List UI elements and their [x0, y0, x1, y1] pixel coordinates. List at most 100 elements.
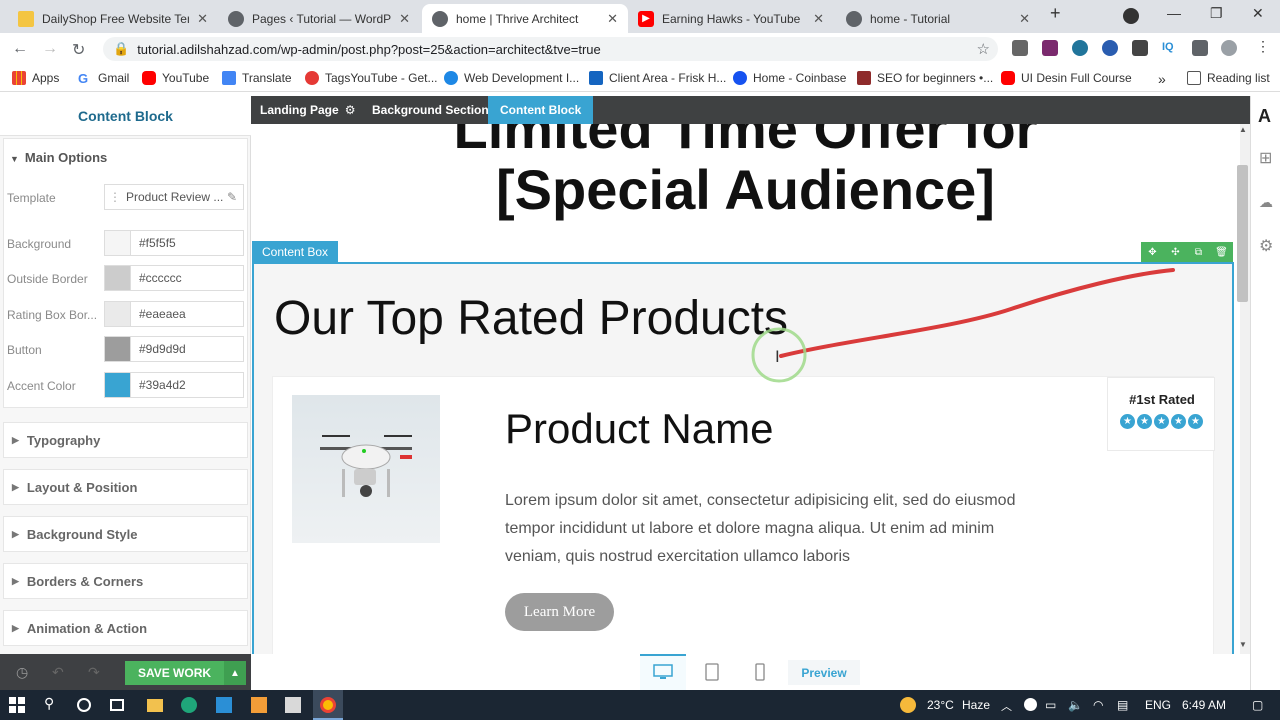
- close-icon[interactable]: ✕: [813, 11, 824, 27]
- wordpress-icon[interactable]: [1072, 40, 1088, 56]
- more-bookmarks[interactable]: »: [1158, 71, 1166, 87]
- bookmark-webdev[interactable]: Web Development I...: [444, 71, 579, 85]
- bookmark-apps[interactable]: Apps: [12, 71, 59, 85]
- windows-start-icon[interactable]: [9, 697, 25, 713]
- template-select[interactable]: ⋮ Product Review ... ✎: [104, 184, 244, 210]
- iq-icon[interactable]: IQ: [1162, 41, 1178, 57]
- annotation-stroke: I: [751, 268, 1175, 383]
- color-swatch[interactable]: [105, 266, 131, 290]
- animation-action-section[interactable]: ▶ Animation & Action: [3, 610, 248, 646]
- bookmark-ui-design[interactable]: UI Desin Full Course: [1001, 71, 1132, 85]
- add-element-icon[interactable]: ⊞: [1259, 148, 1272, 168]
- menu-dots-icon[interactable]: ⋮: [1256, 38, 1272, 54]
- background-style-section[interactable]: ▶ Background Style: [3, 516, 248, 552]
- close-icon[interactable]: ✕: [607, 11, 618, 27]
- task-view-icon[interactable]: [110, 699, 124, 711]
- background-color-field[interactable]: #f5f5f5: [104, 230, 244, 256]
- bookmark-client-area[interactable]: Client Area - Frisk H...: [589, 71, 726, 85]
- layout-position-section[interactable]: ▶ Layout & Position: [3, 469, 248, 505]
- new-tab-button[interactable]: +: [1050, 3, 1061, 24]
- undo-icon[interactable]: ↶: [52, 664, 64, 681]
- close-icon[interactable]: ✕: [197, 11, 208, 27]
- reading-list[interactable]: Reading list: [1187, 71, 1270, 85]
- file-explorer-icon[interactable]: [147, 699, 163, 712]
- tray-app-icon[interactable]: [1024, 698, 1037, 711]
- breadcrumb-landing-page[interactable]: Landing Page ⚙: [260, 96, 355, 124]
- color-swatch[interactable]: [105, 302, 131, 326]
- borders-corners-section[interactable]: ▶ Borders & Corners: [3, 563, 248, 599]
- main-options-header[interactable]: ▼ Main Options: [10, 150, 107, 165]
- search-icon[interactable]: ⚲: [44, 695, 60, 711]
- maximize-button[interactable]: ❐: [1210, 5, 1223, 22]
- bookmark-coinbase[interactable]: Home - Coinbase: [733, 71, 846, 85]
- accent-color-field[interactable]: #39a4d2: [104, 372, 244, 398]
- bookmark-tagsyoutube[interactable]: TagsYouTube - Get...: [305, 71, 438, 85]
- preview-button[interactable]: Preview: [788, 660, 860, 685]
- edge-icon[interactable]: [181, 697, 197, 713]
- avatar[interactable]: [1221, 40, 1237, 56]
- button-color-field[interactable]: #9d9d9d: [104, 336, 244, 362]
- sublime-icon[interactable]: [251, 697, 267, 713]
- settings-gear-icon[interactable]: ⚙: [1259, 236, 1273, 256]
- close-icon[interactable]: ✕: [1019, 11, 1030, 27]
- mobile-icon[interactable]: [750, 662, 770, 682]
- bookmark-gmail[interactable]: G Gmail: [78, 71, 129, 86]
- tab-dailyshop[interactable]: DailyShop Free Website Temp ✕: [8, 4, 218, 33]
- tray-keyboard-icon[interactable]: ▤: [1117, 698, 1128, 712]
- bookmark-translate[interactable]: Translate: [222, 71, 292, 85]
- tab-wordpress-pages[interactable]: Pages ‹ Tutorial — WordPress ✕: [218, 4, 420, 33]
- reload-icon[interactable]: ↻: [72, 40, 85, 60]
- pencil-icon[interactable]: ✎: [227, 190, 237, 204]
- scroll-down-icon[interactable]: ▼: [1239, 640, 1247, 649]
- typography-section[interactable]: ▶ Typography: [3, 422, 248, 458]
- save-work-button[interactable]: SAVE WORK: [125, 661, 224, 685]
- tray-battery-icon[interactable]: ▭: [1045, 698, 1056, 712]
- gear-icon[interactable]: ⚙: [345, 103, 356, 117]
- editor-canvas[interactable]: Limited Time Offer for [Special Audience…: [251, 124, 1240, 654]
- outside-border-color-field[interactable]: #cccccc: [104, 265, 244, 291]
- color-swatch[interactable]: [105, 337, 131, 361]
- tray-chevron-up-icon[interactable]: ︿: [1001, 698, 1012, 714]
- extension-icon[interactable]: [1042, 40, 1058, 56]
- cloud-download-icon[interactable]: ☁: [1259, 194, 1273, 211]
- url-field[interactable]: 🔒 tutorial.adilshahzad.com/wp-admin/post…: [103, 37, 998, 61]
- bookmark-seo[interactable]: SEO for beginners •...: [857, 71, 993, 85]
- chrome-taskbar-item[interactable]: [313, 690, 343, 720]
- scroll-up-icon[interactable]: ▲: [1239, 125, 1247, 134]
- forward-arrow-icon[interactable]: →: [42, 40, 58, 58]
- tablet-icon[interactable]: [702, 662, 722, 682]
- bookmark-star-icon[interactable]: ☆: [977, 40, 990, 58]
- save-options-chevron-icon[interactable]: ▲: [224, 661, 246, 685]
- tab-thrive-architect[interactable]: home | Thrive Architect ✕: [422, 4, 628, 33]
- scrollbar-thumb[interactable]: [1237, 165, 1248, 302]
- wifi-icon[interactable]: ◠: [1093, 698, 1103, 712]
- tab-youtube[interactable]: ▶ Earning Hawks - YouTube ✕: [628, 4, 834, 33]
- desktop-icon[interactable]: [653, 662, 673, 682]
- language[interactable]: ENG: [1145, 698, 1171, 712]
- puzzle-icon[interactable]: [1192, 40, 1208, 56]
- tab-home-tutorial[interactable]: home - Tutorial ✕: [836, 4, 1040, 33]
- weather-sun-icon[interactable]: [900, 697, 916, 713]
- bookmark-youtube[interactable]: YouTube: [142, 71, 209, 85]
- close-icon[interactable]: ✕: [399, 11, 410, 27]
- breadcrumb-background-section[interactable]: Background Section: [372, 96, 489, 124]
- redo-icon[interactable]: ↷: [88, 664, 100, 681]
- volume-icon[interactable]: 🔈: [1068, 698, 1083, 712]
- notification-icon[interactable]: ▢: [1252, 698, 1263, 712]
- rating-box-border-color-field[interactable]: #eaeaea: [104, 301, 244, 327]
- extension-icon[interactable]: [1102, 40, 1118, 56]
- history-icon[interactable]: ◷: [16, 664, 28, 681]
- eyedropper-icon[interactable]: [1132, 40, 1148, 56]
- window-close-button[interactable]: ✕: [1252, 5, 1264, 22]
- back-arrow-icon[interactable]: ←: [12, 40, 28, 58]
- vscode-icon[interactable]: [216, 697, 232, 713]
- color-swatch[interactable]: [105, 231, 131, 255]
- clock[interactable]: 6:49 AM: [1182, 698, 1226, 712]
- breadcrumb-content-block[interactable]: Content Block: [488, 96, 594, 124]
- app-icon[interactable]: [285, 697, 301, 713]
- extension-icon[interactable]: [1012, 40, 1028, 56]
- minimize-button[interactable]: —: [1167, 5, 1181, 21]
- tab-search-icon[interactable]: [1123, 8, 1139, 24]
- cortana-icon[interactable]: [77, 698, 91, 712]
- color-swatch[interactable]: [105, 373, 131, 397]
